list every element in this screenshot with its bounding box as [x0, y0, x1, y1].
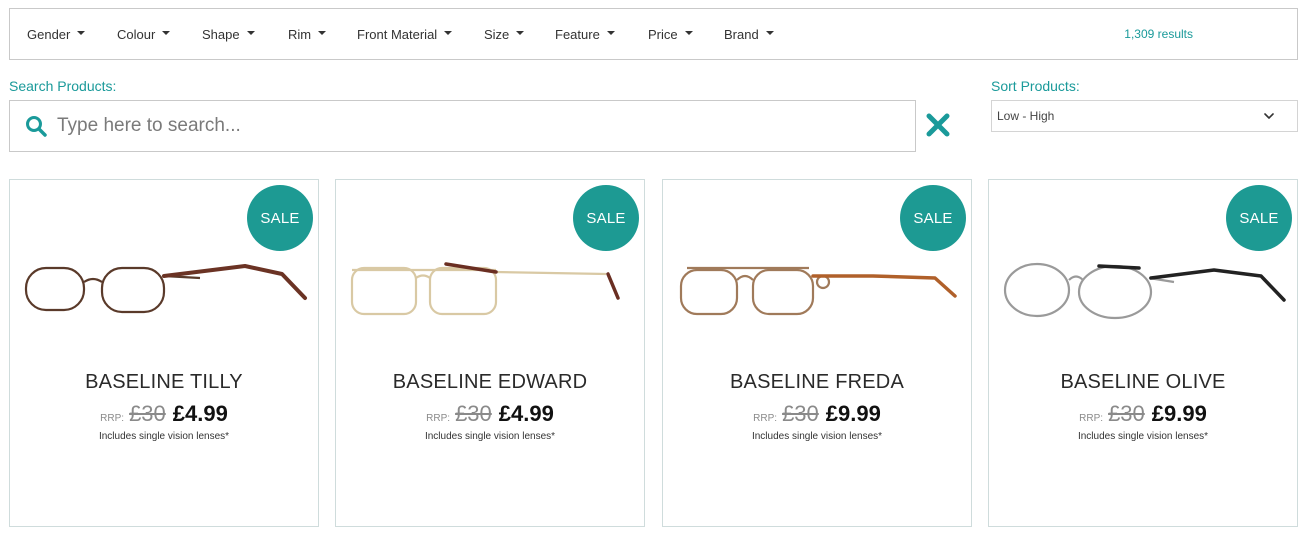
price-row: RRP: £30 £9.99 — [989, 401, 1297, 427]
product-name: BASELINE FREDA — [730, 371, 904, 393]
search-input[interactable] — [57, 115, 897, 137]
filter-front-material[interactable]: Front Material — [357, 9, 453, 59]
caret-down-icon — [444, 31, 453, 35]
sale-price: £9.99 — [1151, 401, 1207, 426]
sort-label: Sort Products: — [991, 78, 1080, 94]
rrp-price: £30 — [129, 401, 166, 426]
rrp-label: RRP: — [1079, 413, 1104, 424]
filter-price-label: Price — [648, 26, 678, 42]
lens-note: Includes single vision lenses* — [424, 431, 556, 442]
caret-down-icon — [246, 31, 255, 35]
caret-down-icon — [684, 31, 693, 35]
caret-down-icon — [606, 31, 615, 35]
sort-selected-value: Low - High — [997, 109, 1055, 123]
rrp-label: RRP: — [426, 413, 451, 424]
sale-badge: SALE — [1226, 185, 1292, 251]
sale-badge: SALE — [900, 185, 966, 251]
filter-rim-label: Rim — [288, 26, 312, 42]
product-card[interactable]: SALE BASELINE EDWARD RRP: £30 £4.99 Incl… — [335, 179, 645, 527]
filter-feature[interactable]: Feature — [555, 9, 615, 59]
product-name: BASELINE OLIVE — [1060, 371, 1226, 393]
caret-down-icon — [765, 31, 774, 35]
filter-brand[interactable]: Brand — [724, 9, 774, 59]
caret-down-icon — [516, 31, 525, 35]
filter-colour-label: Colour — [117, 26, 156, 42]
rrp-label: RRP: — [100, 413, 125, 424]
filter-size[interactable]: Size — [484, 9, 525, 59]
rrp-price: £30 — [455, 401, 492, 426]
lens-note: Includes single vision lenses* — [98, 431, 230, 442]
product-card[interactable]: SALE BASELINE TILLY RRP: £30 £4.99 Inclu… — [9, 179, 319, 527]
search-icon — [26, 116, 47, 137]
price-row: RRP: £30 £9.99 — [663, 401, 971, 427]
sale-price: £4.99 — [172, 401, 228, 426]
sale-badge: SALE — [573, 185, 639, 251]
search-label: Search Products: — [9, 78, 117, 94]
filter-colour[interactable]: Colour — [117, 9, 171, 59]
glasses-image — [350, 262, 620, 316]
price-row: RRP: £30 £4.99 — [336, 401, 644, 427]
caret-down-icon — [318, 31, 327, 35]
sort-select[interactable]: Low - High — [991, 100, 1298, 132]
lens-note: Includes single vision lenses* — [1077, 431, 1209, 442]
rrp-price: £30 — [1108, 401, 1145, 426]
caret-down-icon — [162, 31, 171, 35]
sale-price: £4.99 — [498, 401, 554, 426]
filter-front-material-label: Front Material — [357, 26, 438, 42]
filter-feature-label: Feature — [555, 26, 600, 42]
filter-price[interactable]: Price — [648, 9, 693, 59]
product-card[interactable]: SALE BASELINE FREDA RRP: £30 £9.99 Inclu… — [662, 179, 972, 527]
product-name: BASELINE TILLY — [85, 371, 243, 393]
filter-gender-label: Gender — [27, 26, 71, 42]
sale-badge: SALE — [247, 185, 313, 251]
glasses-image — [679, 266, 957, 316]
filter-shape-label: Shape — [202, 26, 240, 42]
sale-price: £9.99 — [825, 401, 881, 426]
caret-down-icon — [77, 31, 86, 35]
product-card[interactable]: SALE BASELINE OLIVE RRP: £30 £9.99 Inclu… — [988, 179, 1298, 527]
filter-shape[interactable]: Shape — [202, 9, 255, 59]
filter-gender[interactable]: Gender — [27, 9, 86, 59]
search-box — [9, 100, 916, 152]
rrp-price: £30 — [782, 401, 819, 426]
filter-rim[interactable]: Rim — [288, 9, 327, 59]
filter-brand-label: Brand — [724, 26, 759, 42]
filter-bar: Gender Colour Shape Rim Front Material S… — [9, 8, 1298, 60]
clear-search-icon[interactable] — [925, 112, 951, 138]
glasses-image — [1003, 262, 1286, 320]
filter-size-label: Size — [484, 26, 510, 42]
chevron-down-icon — [1264, 113, 1274, 119]
product-name: BASELINE EDWARD — [392, 371, 588, 393]
price-row: RRP: £30 £4.99 — [10, 401, 318, 427]
results-count: 1,309 results — [1124, 27, 1193, 41]
lens-note: Includes single vision lenses* — [751, 431, 883, 442]
rrp-label: RRP: — [753, 413, 778, 424]
glasses-image — [24, 264, 307, 314]
